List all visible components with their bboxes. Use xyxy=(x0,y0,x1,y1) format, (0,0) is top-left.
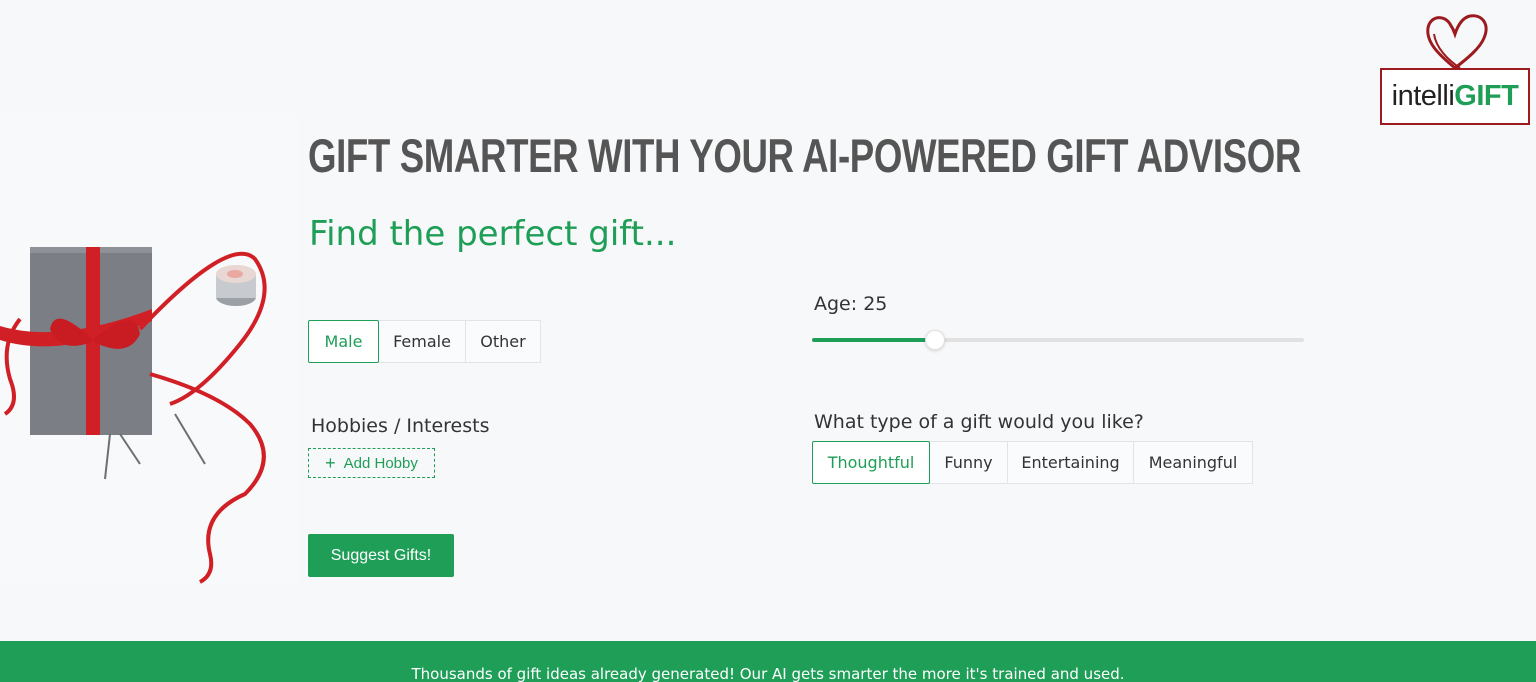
footer-banner: Thousands of gift ideas already generate… xyxy=(0,641,1536,682)
gift-type-thoughtful-button[interactable]: Thoughtful xyxy=(812,441,930,484)
add-hobby-label: Add Hobby xyxy=(343,454,418,472)
gift-type-selector: Thoughtful Funny Entertaining Meaningful xyxy=(812,441,1253,484)
gender-female-button[interactable]: Female xyxy=(378,320,466,363)
slider-track xyxy=(812,338,935,342)
logo-text-box: intelli GIFT xyxy=(1380,68,1530,125)
gender-other-button[interactable]: Other xyxy=(465,320,541,363)
plus-icon: + xyxy=(325,453,336,473)
slider-handle[interactable] xyxy=(925,330,945,350)
footer-text: Thousands of gift ideas already generate… xyxy=(411,665,1125,682)
gender-selector: Male Female Other xyxy=(308,320,541,363)
hobbies-label: Hobbies / Interests xyxy=(311,415,490,437)
gift-type-label: What type of a gift would you like? xyxy=(814,411,1144,433)
gift-type-funny-button[interactable]: Funny xyxy=(929,441,1008,484)
logo-intelli-text: intelli xyxy=(1391,80,1455,112)
hero-gift-image xyxy=(0,114,298,584)
gift-type-entertaining-button[interactable]: Entertaining xyxy=(1007,441,1134,484)
intelligift-logo[interactable]: intelli GIFT xyxy=(1378,12,1532,127)
gender-male-button[interactable]: Male xyxy=(308,320,379,363)
page-subhead: Find the perfect gift... xyxy=(309,214,677,254)
suggest-gifts-button[interactable]: Suggest Gifts! xyxy=(308,534,454,577)
gift-type-meaningful-button[interactable]: Meaningful xyxy=(1133,441,1253,484)
age-slider[interactable] xyxy=(812,328,1304,352)
add-hobby-button[interactable]: + Add Hobby xyxy=(308,448,435,478)
heart-icon xyxy=(1426,14,1488,70)
age-label: Age: 25 xyxy=(814,293,888,315)
page-headline: GIFT SMARTER WITH YOUR AI-POWERED GIFT A… xyxy=(308,129,1301,182)
logo-gift-text: GIFT xyxy=(1454,80,1519,112)
